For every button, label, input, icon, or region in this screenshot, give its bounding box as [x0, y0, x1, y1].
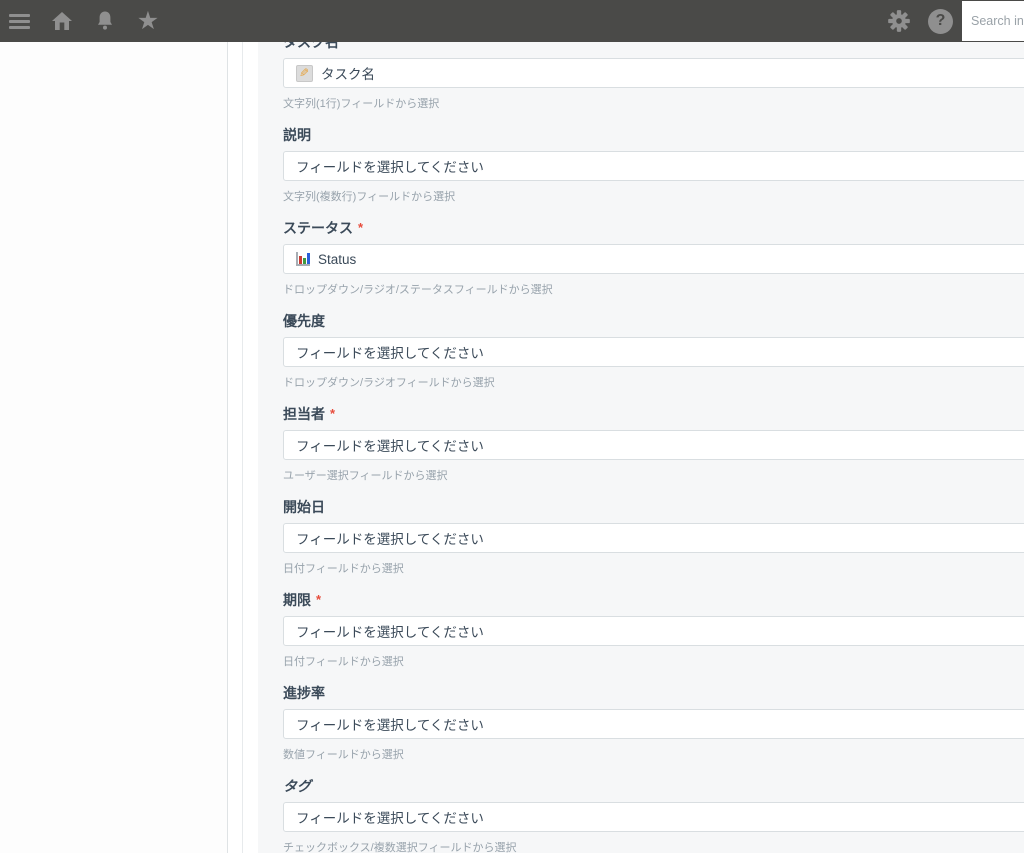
plugin-settings-panel: タスク名 * ✎ タスク名 文字列(1行)フィールドから選択 説明 ✎ フィ [258, 34, 1024, 854]
field-select-box[interactable]: ✎ Status [283, 244, 1024, 274]
gear-icon[interactable] [886, 0, 912, 42]
field-helper-text: ドロップダウン/ラジオフィールドから選択 [283, 377, 495, 389]
star-icon[interactable]: ★ [136, 0, 160, 42]
field-helper-text: 日付フィールドから選択 [283, 563, 404, 575]
field-helper-text: 日付フィールドから選択 [283, 656, 404, 668]
sidebar-divider-strip [228, 42, 243, 853]
field-select-box[interactable]: ✎ フィールドを選択してください [283, 709, 1024, 739]
field-helper-text: チェックボックス/複数選択フィールドから選択 [283, 842, 517, 854]
field-label: 優先度 [283, 312, 1024, 329]
field-selected-value: フィールドを選択してください [296, 346, 484, 361]
form-field-row: 説明 ✎ フィールドを選択してください 文字列(複数行)フィールドから選択 [283, 126, 1024, 203]
field-selected-value: フィールドを選択してください [296, 718, 484, 733]
field-label-text: 進捗率 [283, 684, 325, 701]
form-field-row: 期限 * ✎ フィールドを選択してください 日付フィールドから選択 [283, 591, 1024, 668]
field-label-text: 優先度 [283, 312, 325, 329]
field-select-box[interactable]: ✎ フィールドを選択してください [283, 802, 1024, 832]
required-asterisk: * [316, 592, 322, 607]
field-label-text: 担当者 [283, 405, 325, 422]
required-asterisk: * [330, 406, 336, 421]
field-select-box[interactable]: ✎ フィールドを選択してください [283, 337, 1024, 367]
form-field-row: タグ ✎ フィールドを選択してください チェックボックス/複数選択フィールドから… [283, 777, 1024, 854]
field-label: タグ [283, 777, 1024, 794]
field-label: 進捗率 [283, 684, 1024, 701]
field-selected-value: フィールドを選択してください [296, 160, 484, 175]
left-sidebar [0, 42, 228, 853]
field-select-box[interactable]: ✎ フィールドを選択してください [283, 523, 1024, 553]
bar-chart-icon [296, 252, 310, 266]
field-selected-value: タスク名 [321, 67, 375, 82]
field-label-text: ステータス [283, 219, 353, 236]
form-field-row: 優先度 ✎ フィールドを選択してください ドロップダウン/ラジオフィールドから選… [283, 312, 1024, 389]
field-helper-text: ドロップダウン/ラジオ/ステータスフィールドから選択 [283, 284, 553, 296]
field-list: タスク名 * ✎ タスク名 文字列(1行)フィールドから選択 説明 ✎ フィ [283, 33, 1024, 854]
top-bar: ★ ? [0, 0, 1024, 42]
field-select-box[interactable]: ✎ フィールドを選択してください [283, 616, 1024, 646]
hamburger-menu-icon[interactable] [7, 0, 31, 42]
home-icon[interactable] [50, 0, 74, 42]
required-asterisk: * [358, 220, 364, 235]
field-selected-value: フィールドを選択してください [296, 811, 484, 826]
help-icon[interactable]: ? [928, 8, 953, 34]
field-label: 期限 * [283, 591, 1024, 608]
field-select-box[interactable]: ✎ フィールドを選択してください [283, 430, 1024, 460]
field-helper-text: ユーザー選択フィールドから選択 [283, 470, 448, 482]
field-selected-value: フィールドを選択してください [296, 532, 484, 547]
pencil-icon: ✎ [296, 64, 313, 82]
field-label-text: 説明 [283, 126, 311, 143]
field-selected-value: フィールドを選択してください [296, 625, 484, 640]
field-selected-value: Status [318, 251, 357, 267]
search-input[interactable] [962, 1, 1024, 41]
field-label: ステータス * [283, 219, 1024, 236]
field-label-text: 期限 [283, 591, 311, 608]
field-helper-text: 数値フィールドから選択 [283, 749, 404, 761]
form-field-row: 進捗率 ✎ フィールドを選択してください 数値フィールドから選択 [283, 684, 1024, 761]
search-box[interactable] [962, 1, 1024, 41]
form-field-row: 開始日 ✎ フィールドを選択してください 日付フィールドから選択 [283, 498, 1024, 575]
field-label-text: タグ [283, 777, 311, 794]
form-field-row: ステータス * ✎ Status ドロップダウン/ラジオ/ステータスフィールドか… [283, 219, 1024, 296]
field-select-box[interactable]: ✎ タスク名 [283, 58, 1024, 88]
bell-icon[interactable] [93, 0, 117, 42]
form-field-row: タスク名 * ✎ タスク名 文字列(1行)フィールドから選択 [283, 33, 1024, 110]
field-selected-value: フィールドを選択してください [296, 439, 484, 454]
field-label: 担当者 * [283, 405, 1024, 422]
field-label: 開始日 [283, 498, 1024, 515]
field-label: 説明 [283, 126, 1024, 143]
field-label-text: 開始日 [283, 498, 325, 515]
field-helper-text: 文字列(1行)フィールドから選択 [283, 98, 440, 110]
field-helper-text: 文字列(複数行)フィールドから選択 [283, 191, 456, 203]
form-field-row: 担当者 * ✎ フィールドを選択してください ユーザー選択フィールドから選択 [283, 405, 1024, 482]
field-select-box[interactable]: ✎ フィールドを選択してください [283, 151, 1024, 181]
